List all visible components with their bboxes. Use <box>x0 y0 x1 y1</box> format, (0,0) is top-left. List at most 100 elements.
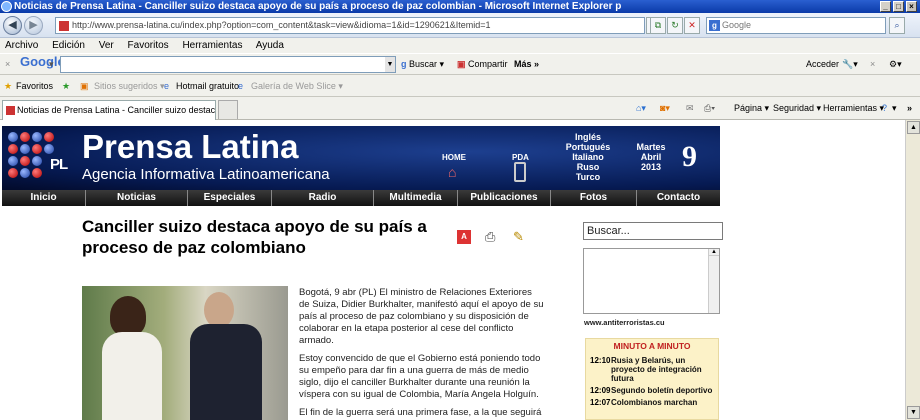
nav-multimedia[interactable]: Multimedia <box>374 190 458 206</box>
tab-favicon-icon <box>6 106 15 115</box>
security-menu[interactable]: Seguridad ▾ <box>773 103 821 114</box>
site-subtitle: Agencia Informativa Latinoamericana <box>82 166 330 183</box>
photo-figure-body <box>102 332 162 420</box>
page-menu[interactable]: Página ▾ <box>734 103 769 114</box>
tools-menu[interactable]: Herramientas ▾ <box>823 103 884 114</box>
pda-device-icon[interactable] <box>514 162 526 182</box>
email-article-icon[interactable]: ✎ <box>513 230 527 244</box>
chevron-more-icon[interactable]: » <box>907 103 912 113</box>
home-icon[interactable]: ⌂▾ <box>636 103 646 114</box>
refresh-button[interactable]: ↻ <box>667 17 683 34</box>
site-search-input[interactable]: Buscar... <box>583 222 723 240</box>
new-tab-button[interactable] <box>218 100 238 119</box>
home-link[interactable]: HOME <box>442 153 466 162</box>
sidebar-textarea[interactable]: ▲ <box>583 248 720 314</box>
menu-archivo[interactable]: Archivo <box>5 40 38 51</box>
forward-button[interactable]: ▶ <box>24 16 43 35</box>
news-item[interactable]: 12:10 Rusia y Belarús, un proyecto de in… <box>586 356 718 383</box>
news-time: 12:10 <box>590 356 611 365</box>
help-icon[interactable]: ? <box>882 103 887 113</box>
share-label: Compartir <box>468 59 508 69</box>
chevron-down-icon[interactable]: ▼ <box>385 57 395 72</box>
print-article-icon[interactable]: ⎙ <box>485 230 499 244</box>
news-headline[interactable]: Colombianos marchan <box>611 398 697 407</box>
nav-especiales[interactable]: Especiales <box>188 190 272 206</box>
suggested-sites-link[interactable]: Sitios sugeridos ▾ <box>94 75 165 97</box>
scroll-up-icon[interactable]: ▲ <box>709 249 719 256</box>
window-titlebar: Noticias de Prensa Latina - Canciller su… <box>0 0 920 13</box>
help-menu[interactable]: ▾ <box>892 103 897 114</box>
news-item[interactable]: 12:09 Segundo boletín deportivo <box>586 386 718 395</box>
page-content: PL Prensa Latina Agencia Informativa Lat… <box>0 120 905 420</box>
close-window-button[interactable]: × <box>906 1 917 12</box>
lang-ruso[interactable]: Ruso <box>560 162 616 172</box>
menu-favoritos[interactable]: Favoritos <box>128 40 169 51</box>
minuto-title: MINUTO A MINUTO <box>613 341 691 351</box>
wrench-icon[interactable]: 🔧▾ <box>842 58 858 70</box>
banner-date: Martes Abril 2013 <box>632 142 670 172</box>
nav-inicio[interactable]: Inicio <box>2 190 86 206</box>
refresh-icon: ↻ <box>671 20 679 30</box>
page-scrollbar[interactable]: ▲ ▼ <box>905 120 920 420</box>
nav-noticias[interactable]: Noticias <box>86 190 188 206</box>
google-search-button[interactable]: g Buscar ▾ <box>401 58 444 70</box>
toolbar-close-icon[interactable]: × <box>5 58 10 70</box>
tab-active[interactable]: Noticias de Prensa Latina - Canciller su… <box>2 100 216 120</box>
article-photo <box>82 286 288 420</box>
lang-italiano[interactable]: Italiano <box>560 152 616 162</box>
toolbar-options-icon[interactable]: ⚙▾ <box>889 58 902 70</box>
signin-button[interactable]: Acceder <box>806 58 839 70</box>
add-favorite-icon[interactable]: ★ <box>62 75 70 97</box>
date-weekday: Martes <box>636 142 666 152</box>
menu-edicion[interactable]: Edición <box>52 40 85 51</box>
tab-bar: Noticias de Prensa Latina - Canciller su… <box>0 97 920 120</box>
news-item[interactable]: 12:07 Colombianos marchan <box>586 398 718 407</box>
print-icon[interactable]: ⎙▾ <box>704 103 715 114</box>
news-headline[interactable]: Segundo boletín deportivo <box>611 386 712 395</box>
feeds-icon[interactable]: ◙▾ <box>660 103 670 114</box>
nav-publicaciones[interactable]: Publicaciones <box>458 190 551 206</box>
maximize-button[interactable]: □ <box>893 1 904 12</box>
lang-ingles[interactable]: Inglés <box>560 132 616 142</box>
google-search-input[interactable]: ▼ <box>60 56 396 73</box>
scroll-up-button[interactable]: ▲ <box>907 121 920 134</box>
close-toolbar-icon[interactable]: × <box>870 58 875 70</box>
search-go-button[interactable]: ⌕ <box>889 17 905 34</box>
compat-view-button[interactable]: ⧉ <box>650 17 666 34</box>
news-time: 12:07 <box>590 398 611 407</box>
webslice-icon: e <box>238 81 244 91</box>
pdf-icon[interactable]: A <box>457 230 471 244</box>
share-button[interactable]: ▣ Compartir <box>457 58 508 70</box>
house-icon[interactable]: ⌂ <box>448 164 456 180</box>
back-button[interactable]: ◀ <box>3 16 22 35</box>
article-title: Canciller suizo destaca apoyo de su país… <box>82 217 427 257</box>
mail-icon[interactable]: ✉ <box>686 103 694 114</box>
article-paragraph: Bogotá, 9 abr (PL) El ministro de Relaci… <box>299 287 544 346</box>
nav-contacto[interactable]: Contacto <box>637 190 720 206</box>
scroll-down-button[interactable]: ▼ <box>907 406 920 419</box>
hotmail-link[interactable]: Hotmail gratuito <box>176 75 239 97</box>
nav-fotos[interactable]: Fotos <box>551 190 637 206</box>
google-dropdown-icon[interactable]: ▾ <box>49 58 54 70</box>
menu-ver[interactable]: Ver <box>99 40 114 51</box>
google-search-icon: g <box>709 20 720 31</box>
pda-link[interactable]: PDA <box>512 153 529 162</box>
lang-turco[interactable]: Turco <box>560 172 616 182</box>
more-button[interactable]: Más » <box>514 58 539 70</box>
webslice-link[interactable]: Galería de Web Slice ▾ <box>251 75 343 97</box>
minimize-button[interactable]: _ <box>880 1 891 12</box>
news-headline[interactable]: Rusia y Belarús, un proyecto de integrac… <box>611 356 718 383</box>
search-box[interactable]: g Google <box>706 17 886 34</box>
textarea-scrollbar[interactable]: ▲ <box>708 249 719 313</box>
menu-ayuda[interactable]: Ayuda <box>256 40 284 51</box>
menu-herramientas[interactable]: Herramientas <box>182 40 242 51</box>
article-paragraph: El fin de la guerra será una primera fas… <box>299 407 542 418</box>
favorites-button[interactable]: Favoritos <box>16 75 53 97</box>
site-name: Prensa Latina <box>82 128 299 165</box>
lang-portugues[interactable]: Portugués <box>560 142 616 152</box>
stop-button[interactable]: ✕ <box>684 17 700 34</box>
nav-radio[interactable]: Radio <box>272 190 374 206</box>
address-bar[interactable]: http://www.prensa-latina.cu/index.php?op… <box>55 17 645 34</box>
antiterroristas-link[interactable]: www.antiterroristas.cu <box>584 318 665 327</box>
tab-label: Noticias de Prensa Latina - Canciller su… <box>17 105 216 115</box>
